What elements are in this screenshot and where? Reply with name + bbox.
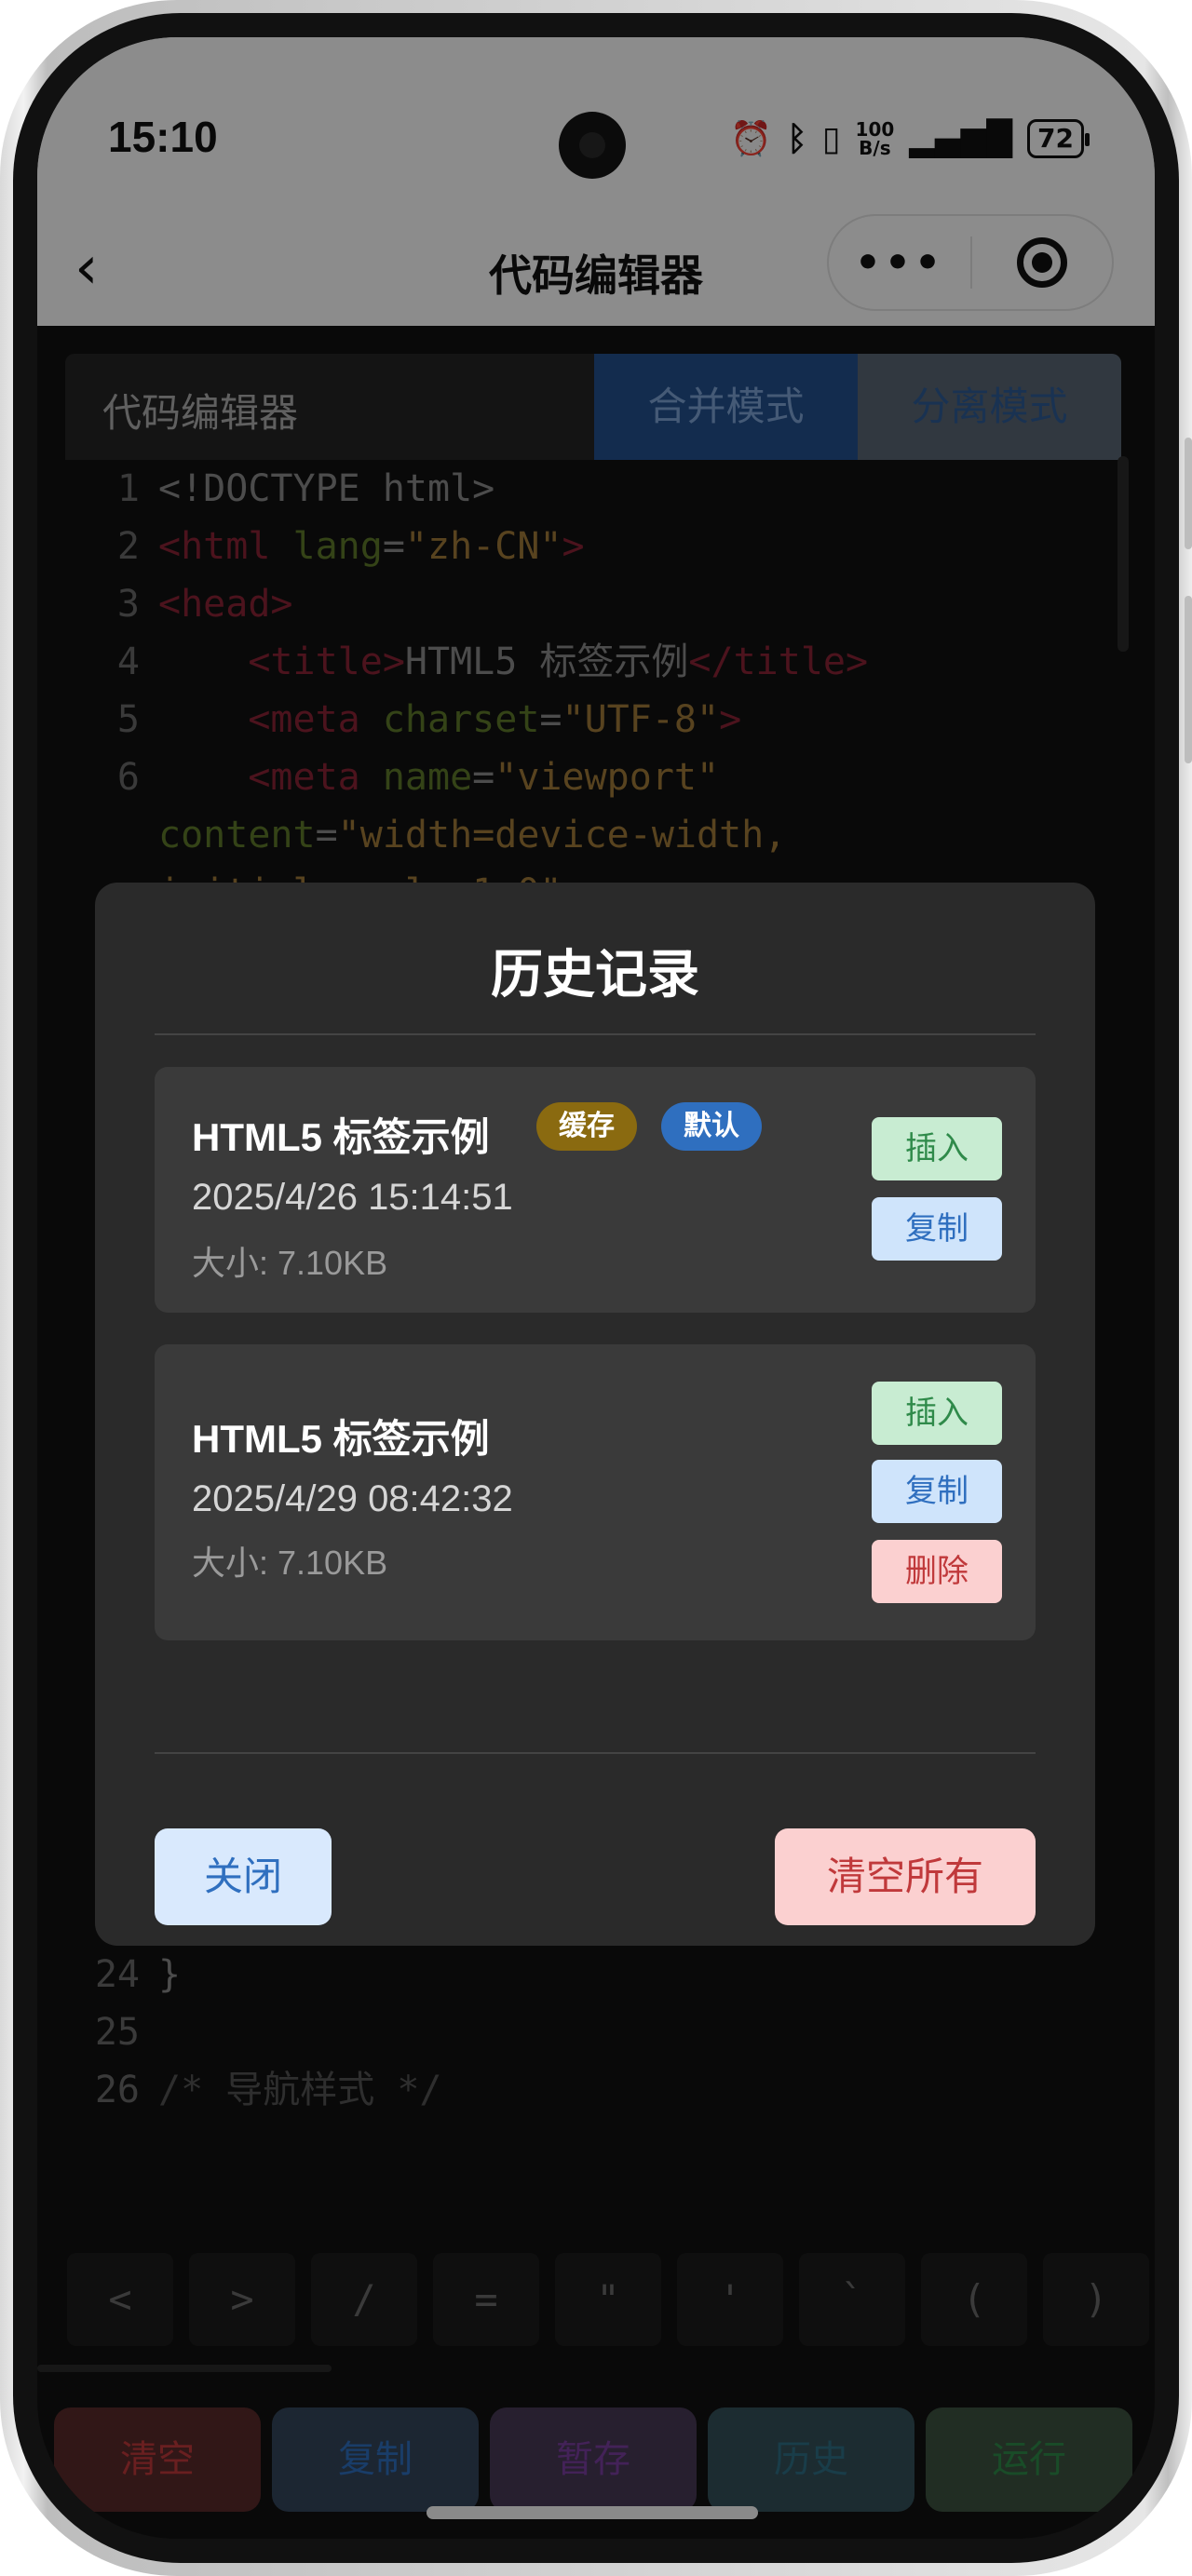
- clear-all-button[interactable]: 清空所有: [775, 1828, 1036, 1925]
- delete-button[interactable]: 删除: [872, 1540, 1002, 1603]
- close-button[interactable]: 关闭: [155, 1828, 332, 1925]
- default-badge: 默认: [661, 1102, 762, 1151]
- copy-button[interactable]: 复制: [872, 1460, 1002, 1523]
- modal-divider-top: [155, 1033, 1036, 1035]
- modal-title: 历史记录: [491, 945, 699, 1005]
- power-button: [1185, 596, 1192, 763]
- history-item: HTML5 标签示例 缓存 默认 2025/4/26 15:14:51 大小: …: [155, 1067, 1036, 1313]
- insert-button[interactable]: 插入: [872, 1382, 1002, 1445]
- screen: 15:10 ⏰ ᛒ ▯ 100 B/s ▂▄▆█ 72 ‹ 代码编辑器 •••: [37, 37, 1155, 2539]
- history-modal: 历史记录 HTML5 标签示例 缓存 默认 2025/4/26 15:14:51…: [95, 883, 1095, 1946]
- history-item-date: 2025/4/26 15:14:51: [192, 1177, 513, 1218]
- history-item-size: 大小: 7.10KB: [192, 1244, 388, 1282]
- copy-button[interactable]: 复制: [872, 1197, 1002, 1261]
- history-item-name: HTML5 标签示例: [192, 1115, 490, 1159]
- volume-button: [1185, 438, 1192, 549]
- phone-frame: 15:10 ⏰ ᛒ ▯ 100 B/s ▂▄▆█ 72 ‹ 代码编辑器 •••: [0, 0, 1192, 2576]
- modal-divider-bottom: [155, 1752, 1036, 1754]
- home-indicator[interactable]: [427, 2506, 758, 2519]
- insert-button[interactable]: 插入: [872, 1117, 1002, 1180]
- history-item-size: 大小: 7.10KB: [192, 1544, 388, 1582]
- cache-badge: 缓存: [536, 1102, 637, 1151]
- history-item-name: HTML5 标签示例: [192, 1417, 490, 1461]
- history-item-date: 2025/4/29 08:42:32: [192, 1478, 513, 1519]
- history-item: HTML5 标签示例 2025/4/29 08:42:32 大小: 7.10KB…: [155, 1344, 1036, 1640]
